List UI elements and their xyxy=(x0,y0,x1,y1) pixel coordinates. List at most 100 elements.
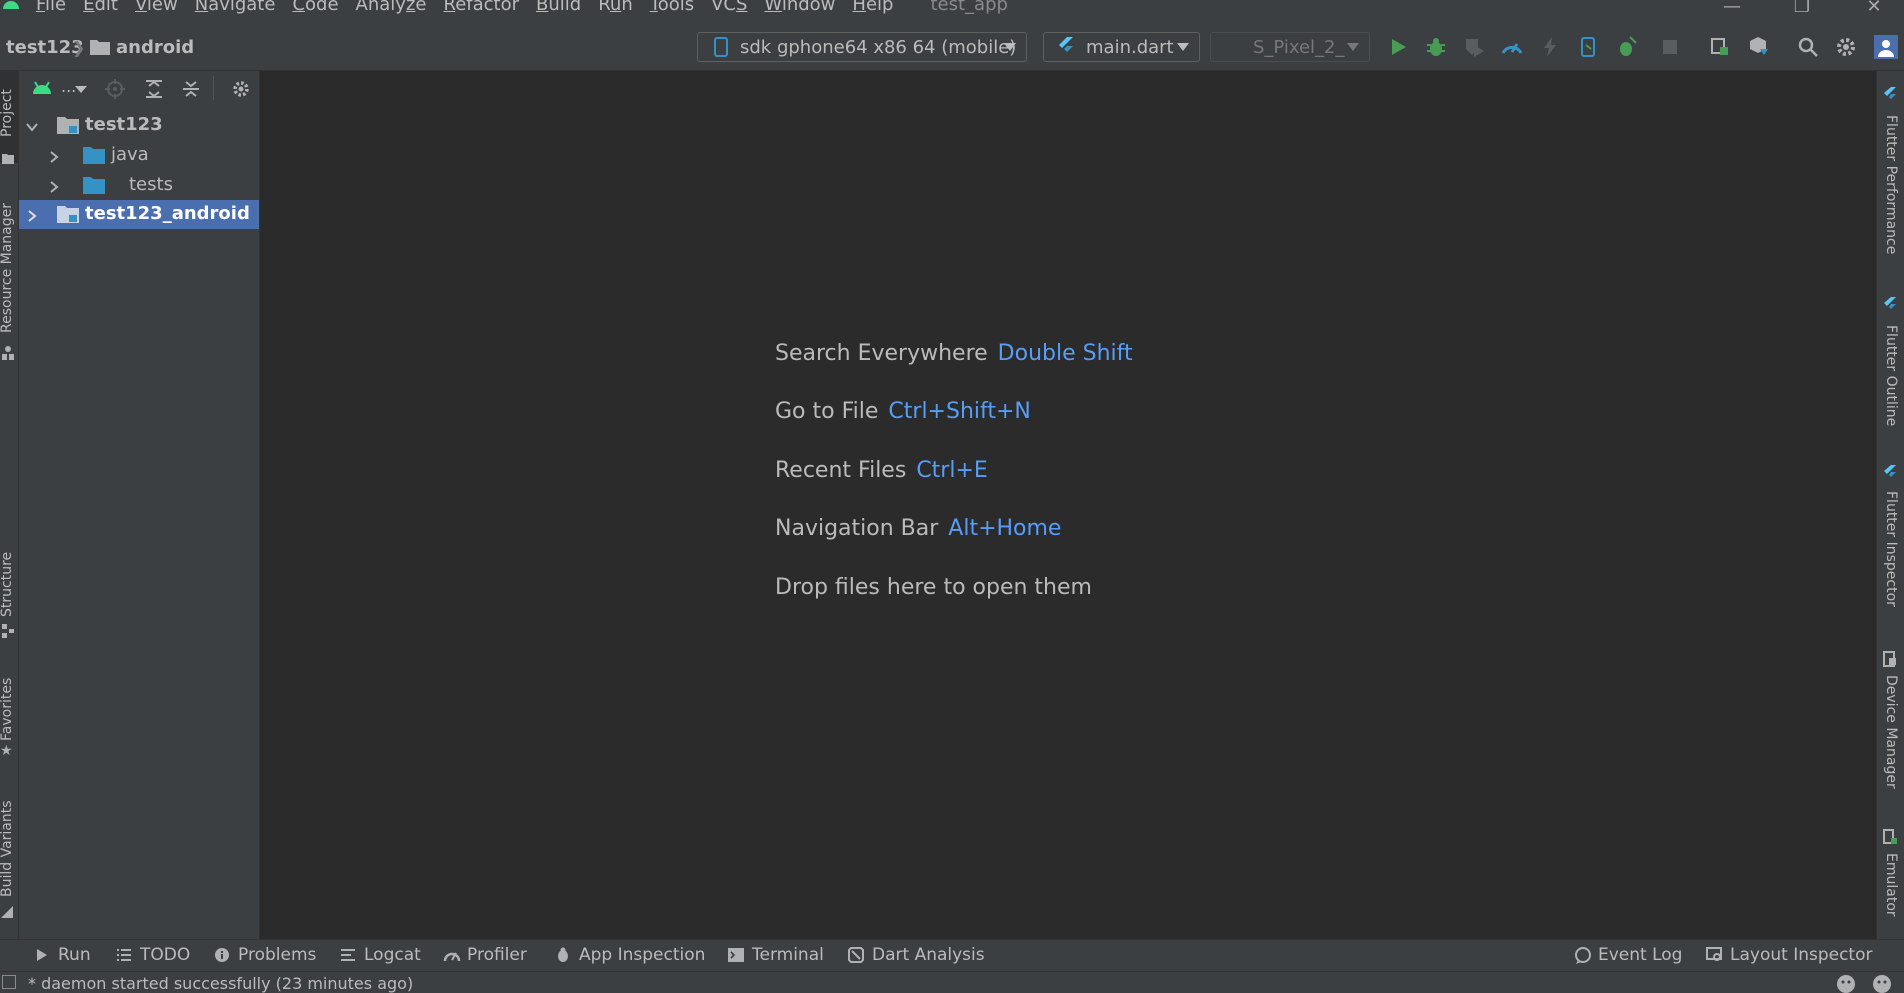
module-folder-icon xyxy=(57,116,79,134)
menu-edit[interactable]: Edit xyxy=(83,0,118,15)
tab-resource-manager[interactable]: Resource Manager xyxy=(0,203,15,333)
tree-item-label: test123 xyxy=(85,114,163,135)
memory-indicator-icon[interactable] xyxy=(1836,974,1856,993)
menu-mnemonic: z xyxy=(405,0,416,15)
chevron-down-icon[interactable] xyxy=(75,86,87,93)
tab-logcat[interactable]: Logcat xyxy=(340,945,421,965)
hot-reload-icon[interactable] xyxy=(1538,35,1562,59)
tree-item-java[interactable]: java xyxy=(19,141,259,170)
tab-flutter-performance[interactable]: Flutter Performance xyxy=(1883,115,1899,254)
attach-debugger-icon[interactable] xyxy=(1576,35,1600,59)
menu-file[interactable]: File xyxy=(36,0,66,15)
chevron-down-icon xyxy=(1347,43,1359,51)
search-icon[interactable] xyxy=(1796,35,1820,59)
chevron-right-icon[interactable] xyxy=(47,178,61,193)
tree-item-test123-android[interactable]: test123_android xyxy=(19,200,259,229)
tab-project[interactable]: Project xyxy=(0,89,15,137)
module-folder-icon xyxy=(57,205,79,223)
tab-build-variants[interactable]: Build Variants xyxy=(0,800,15,897)
expand-all-icon[interactable] xyxy=(144,79,164,103)
menu-vcs[interactable]: VCS xyxy=(711,0,747,15)
minimize-icon[interactable]: — xyxy=(1712,0,1752,17)
bottom-tool-window-bar: Run TODO Problems Logcat Profiler App In… xyxy=(0,939,1904,972)
tab-problems[interactable]: Problems xyxy=(214,945,316,965)
menu-navigate[interactable]: Navigate xyxy=(195,0,276,15)
menu-view[interactable]: View xyxy=(135,0,178,15)
menu-analyze[interactable]: Analyze xyxy=(356,0,427,15)
tab-label: Run xyxy=(58,945,91,965)
status-message[interactable]: * daemon started successfully (23 minute… xyxy=(28,974,413,993)
hint-text: Search Everywhere xyxy=(775,341,988,366)
close-icon[interactable]: ✕ xyxy=(1854,0,1894,17)
notification-face-icon[interactable] xyxy=(1872,974,1892,993)
emulator-selector-label: S_Pixel_2_ xyxy=(1253,37,1345,58)
resource-manager-icon xyxy=(2,345,14,364)
hint-shortcut: Ctrl+Shift+N xyxy=(888,399,1031,424)
debug-icon[interactable] xyxy=(1424,35,1448,59)
chevron-down-icon[interactable] xyxy=(25,118,39,132)
menu-run[interactable]: Run xyxy=(598,0,633,15)
restore-icon[interactable]: ❐ xyxy=(1782,0,1822,17)
tab-dart-analysis[interactable]: Dart Analysis xyxy=(848,945,985,965)
hint-shortcut: Ctrl+E xyxy=(916,458,988,483)
source-folder-icon xyxy=(83,176,105,194)
tab-terminal[interactable]: Terminal xyxy=(728,945,824,965)
menu-tools[interactable]: Tools xyxy=(650,0,694,15)
project-view-label[interactable]: ... xyxy=(61,77,76,96)
tree-item-label: tests xyxy=(129,174,173,195)
locate-file-icon[interactable] xyxy=(105,79,125,103)
stop-icon[interactable] xyxy=(1658,35,1682,59)
tab-flutter-outline[interactable]: Flutter Outline xyxy=(1883,325,1899,426)
project-panel-toolbar: ... xyxy=(19,71,259,107)
status-toggle-icon[interactable] xyxy=(2,975,16,989)
settings-icon[interactable] xyxy=(1834,35,1858,59)
dart-icon xyxy=(848,947,864,963)
account-icon[interactable] xyxy=(1874,35,1898,59)
collapse-all-icon[interactable] xyxy=(181,79,201,103)
chevron-right-icon[interactable] xyxy=(47,148,61,163)
run-configuration-selector[interactable]: main.dart xyxy=(1043,32,1200,62)
tree-item-tests[interactable]: tests xyxy=(19,171,259,200)
tab-structure[interactable]: Structure xyxy=(0,552,15,617)
chevron-down-icon xyxy=(1004,43,1016,51)
tree-item-test123[interactable]: test123 xyxy=(19,111,259,140)
menu-build[interactable]: Build xyxy=(536,0,581,15)
device-manager-icon[interactable] xyxy=(1708,35,1732,59)
android-view-icon[interactable] xyxy=(31,80,53,100)
menu-refactor[interactable]: Refactor xyxy=(443,0,519,15)
tab-profiler[interactable]: Profiler xyxy=(443,945,527,965)
tab-todo[interactable]: TODO xyxy=(116,945,190,965)
folder-icon xyxy=(2,149,14,168)
editor-area[interactable]: Search Everywhere Double Shift Go to File… xyxy=(260,71,1875,939)
profile-icon[interactable] xyxy=(1500,35,1524,59)
tree-item-label: java xyxy=(111,144,149,165)
sdk-manager-icon[interactable] xyxy=(1746,35,1770,59)
tab-emulator[interactable]: Emulator xyxy=(1883,853,1899,917)
menu-window[interactable]: Window xyxy=(764,0,835,15)
folder-icon xyxy=(90,39,110,59)
run-config-label: main.dart xyxy=(1086,37,1174,58)
tab-event-log[interactable]: Event Log xyxy=(1574,945,1682,965)
tab-layout-inspector[interactable]: Layout Inspector xyxy=(1706,945,1873,965)
play-icon xyxy=(34,947,50,963)
menu-mnemonic: F xyxy=(36,0,46,15)
apply-changes-icon[interactable] xyxy=(1614,35,1638,59)
menu-mnemonic: C xyxy=(292,0,306,15)
build-variants-icon xyxy=(1,903,13,922)
tab-device-manager[interactable]: Device Manager xyxy=(1883,675,1899,789)
breadcrumb-module[interactable]: android xyxy=(116,37,194,58)
tab-favorites[interactable]: Favorites xyxy=(0,678,15,741)
run-icon[interactable] xyxy=(1386,35,1410,59)
device-selector-label: sdk gphone64 x86 64 (mobile) xyxy=(740,37,1017,58)
tab-flutter-inspector[interactable]: Flutter Inspector xyxy=(1883,491,1899,607)
gear-icon[interactable] xyxy=(231,79,251,103)
device-selector[interactable]: sdk gphone64 x86 64 (mobile) xyxy=(697,32,1027,62)
emulator-selector[interactable]: S_Pixel_2_ xyxy=(1210,32,1370,62)
tab-app-inspection[interactable]: App Inspection xyxy=(555,945,705,965)
menu-code[interactable]: Code xyxy=(292,0,338,15)
chevron-right-icon[interactable] xyxy=(25,207,39,222)
tab-label: Profiler xyxy=(467,945,527,965)
coverage-icon[interactable] xyxy=(1462,35,1486,59)
tab-run[interactable]: Run xyxy=(34,945,91,965)
menu-help[interactable]: Help xyxy=(852,0,893,15)
